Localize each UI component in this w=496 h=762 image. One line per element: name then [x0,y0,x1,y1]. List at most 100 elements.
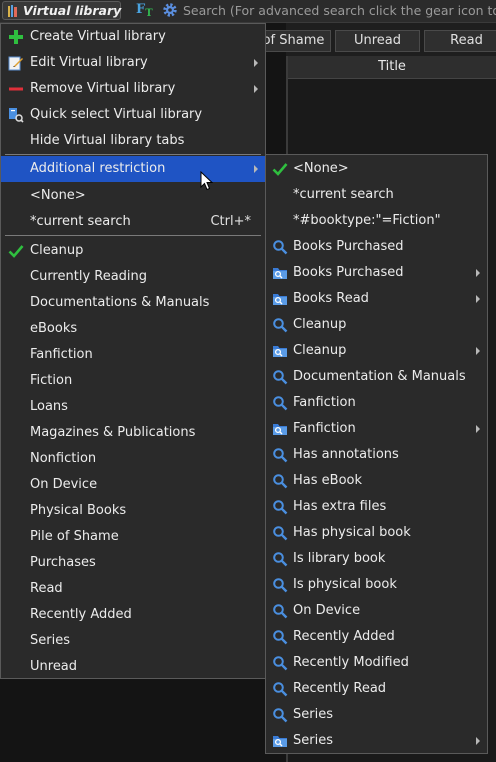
library-item-cleanup[interactable]: Cleanup [1,238,265,264]
library-item-magazines-publications[interactable]: Magazines & Publications [1,420,265,446]
menu-item-remove-virtual-library[interactable]: Remove Virtual library [1,76,265,102]
search-icon [273,318,288,333]
menu-item-additional-restriction-label: Additional restriction [30,161,166,176]
gear-icon[interactable] [162,2,178,18]
quick-select-icon [9,108,24,123]
submenu-arrow-icon [254,165,258,173]
restriction-item-booktype-fiction[interactable]: *#booktype:"=Fiction" [266,208,487,234]
restriction-item-has-extra-files[interactable]: Has extra files [266,494,487,520]
plus-icon [9,30,23,44]
folder-search-icon [273,268,287,279]
search-icon [273,656,288,671]
restriction-item-has-annotations[interactable]: Has annotations [266,442,487,468]
submenu-arrow-icon [476,295,480,303]
submenu-arrow-icon [476,425,480,433]
restriction-item-books-read[interactable]: Books Read [266,286,487,312]
restriction-item-documentation-manuals[interactable]: Documentation & Manuals [266,364,487,390]
restriction-item-current-search[interactable]: *current search [266,182,487,208]
menu-item-edit-virtual-library[interactable]: Edit Virtual library [1,50,265,76]
books-icon [8,5,17,17]
tab-pile-of-shame[interactable]: of Shame [256,30,331,52]
menu-item-create-virtual-library[interactable]: Create Virtual library [1,24,265,50]
restriction-item-has-extra-files-label: Has extra files [293,499,387,514]
search-icon [273,604,288,619]
restriction-item-has-ebook-label: Has eBook [293,473,362,488]
library-item-pile-of-shame[interactable]: Pile of Shame [1,524,265,550]
library-item-documentations-manuals[interactable]: Documentations & Manuals [1,290,265,316]
restriction-item-is-physical-book-label: Is physical book [293,577,397,592]
full-text-search-icon[interactable]: FT [136,2,153,19]
restriction-item-is-library-book[interactable]: Is library book [266,546,487,572]
restriction-item-fanfiction-label: Fanfiction [293,421,356,436]
library-item-recently-added-label: Recently Added [30,607,132,622]
library-item-read[interactable]: Read [1,576,265,602]
restriction-item-on-device[interactable]: On Device [266,598,487,624]
library-item-loans-label: Loans [30,399,68,414]
library-item-currently-reading-label: Currently Reading [30,269,148,284]
minus-icon [9,87,23,91]
restriction-item-series[interactable]: Series [266,728,487,754]
folder-search-icon [273,736,287,747]
column-header-title[interactable]: Title [288,56,496,79]
restriction-item-has-ebook[interactable]: Has eBook [266,468,487,494]
edit-icon [8,56,23,71]
library-item-fiction[interactable]: Fiction [1,368,265,394]
search-icon [273,474,288,489]
library-item-currently-reading[interactable]: Currently Reading [1,264,265,290]
library-item-recently-added[interactable]: Recently Added [1,602,265,628]
search-icon [273,630,288,645]
library-item-fanfiction[interactable]: Fanfiction [1,342,265,368]
search-input[interactable]: Search (For advanced search click the ge… [183,3,496,18]
library-item-unread[interactable]: Unread [1,654,265,680]
restriction-item-cleanup[interactable]: Cleanup [266,312,487,338]
restriction-item-books-read-label: Books Read [293,291,369,306]
restriction-item-fanfiction-label: Fanfiction [293,395,356,410]
folder-search-icon [273,294,287,305]
menu-separator [5,154,261,155]
restriction-item-none[interactable]: <None> [266,156,487,182]
search-icon [273,396,288,411]
restriction-item-books-purchased-label: Books Purchased [293,265,404,280]
search-icon [273,448,288,463]
library-item-documentations-manuals-label: Documentations & Manuals [30,295,210,310]
library-item-ebooks-label: eBooks [30,321,78,336]
restriction-item-recently-added[interactable]: Recently Added [266,624,487,650]
library-item-series[interactable]: Series [1,628,265,654]
menu-item-hide-virtual-library-tabs-label: Hide Virtual library tabs [30,133,185,148]
library-item-nonfiction[interactable]: Nonfiction [1,446,265,472]
restriction-item-booktype-fiction-label: *#booktype:"=Fiction" [293,213,441,228]
restriction-item-series[interactable]: Series [266,702,487,728]
restriction-item-cleanup[interactable]: Cleanup [266,338,487,364]
library-item-purchases[interactable]: Purchases [1,550,265,576]
menu-item-edit-virtual-library-label: Edit Virtual library [30,55,148,70]
library-item-physical-books-label: Physical Books [30,503,127,518]
submenu-arrow-icon [254,85,258,93]
restriction-item-is-physical-book[interactable]: Is physical book [266,572,487,598]
restriction-item-has-physical-book-label: Has physical book [293,525,411,540]
library-item-loans[interactable]: Loans [1,394,265,420]
restriction-item-fanfiction[interactable]: Fanfiction [266,390,487,416]
restriction-item-has-physical-book[interactable]: Has physical book [266,520,487,546]
menu-item-hide-virtual-library-tabs[interactable]: Hide Virtual library tabs [1,128,265,154]
menu-item-quick-select-virtual-library[interactable]: Quick select Virtual library [1,102,265,128]
search-icon [273,682,288,697]
menu-item-none[interactable]: <None> [1,183,265,209]
menu-item-additional-restriction[interactable]: Additional restriction [1,156,265,182]
tab-read[interactable]: Read [424,30,496,52]
menu-item-current-search[interactable]: *current search Ctrl+* [1,209,265,235]
virtual-library-button[interactable]: Virtual library [2,1,121,20]
menu-item-remove-virtual-library-label: Remove Virtual library [30,81,176,96]
restriction-item-series-label: Series [293,707,333,722]
restriction-item-on-device-label: On Device [293,603,361,618]
tab-unread[interactable]: Unread [335,30,420,52]
restriction-item-books-purchased[interactable]: Books Purchased [266,260,487,286]
library-item-ebooks[interactable]: eBooks [1,316,265,342]
restriction-item-recently-modified[interactable]: Recently Modified [266,650,487,676]
additional-restriction-submenu: <None> *current search *#booktype:"=Fictio… [265,154,488,754]
restriction-item-fanfiction[interactable]: Fanfiction [266,416,487,442]
library-item-physical-books[interactable]: Physical Books [1,498,265,524]
restriction-item-recently-read[interactable]: Recently Read [266,676,487,702]
mouse-cursor-icon [200,171,214,191]
library-item-on-device[interactable]: On Device [1,472,265,498]
restriction-item-books-purchased[interactable]: Books Purchased [266,234,487,260]
